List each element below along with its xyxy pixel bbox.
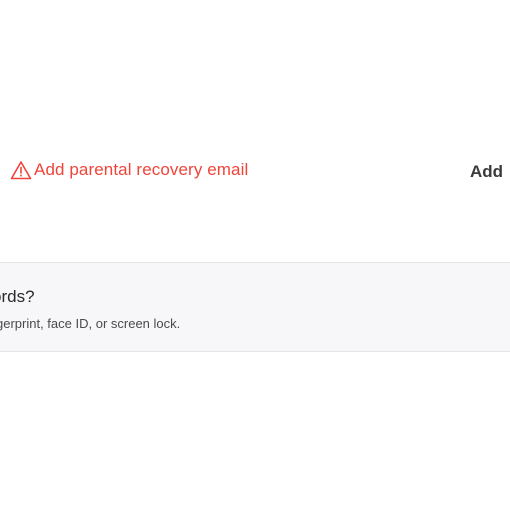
warning-triangle-icon <box>10 160 32 180</box>
settings-page: Add parental recovery email Add ords? ge… <box>0 0 510 510</box>
add-button[interactable]: Add <box>470 162 503 182</box>
add-parental-recovery-email-link[interactable]: Add parental recovery email <box>10 160 248 180</box>
parental-recovery-email-label: Add parental recovery email <box>34 160 249 179</box>
info-panel-title: ords? <box>0 287 35 306</box>
passwords-info-panel[interactable]: ords? gerprint, face ID, or screen lock. <box>0 262 510 352</box>
parental-recovery-row: Add parental recovery email Add <box>0 158 510 186</box>
info-panel-description: gerprint, face ID, or screen lock. <box>0 316 181 331</box>
